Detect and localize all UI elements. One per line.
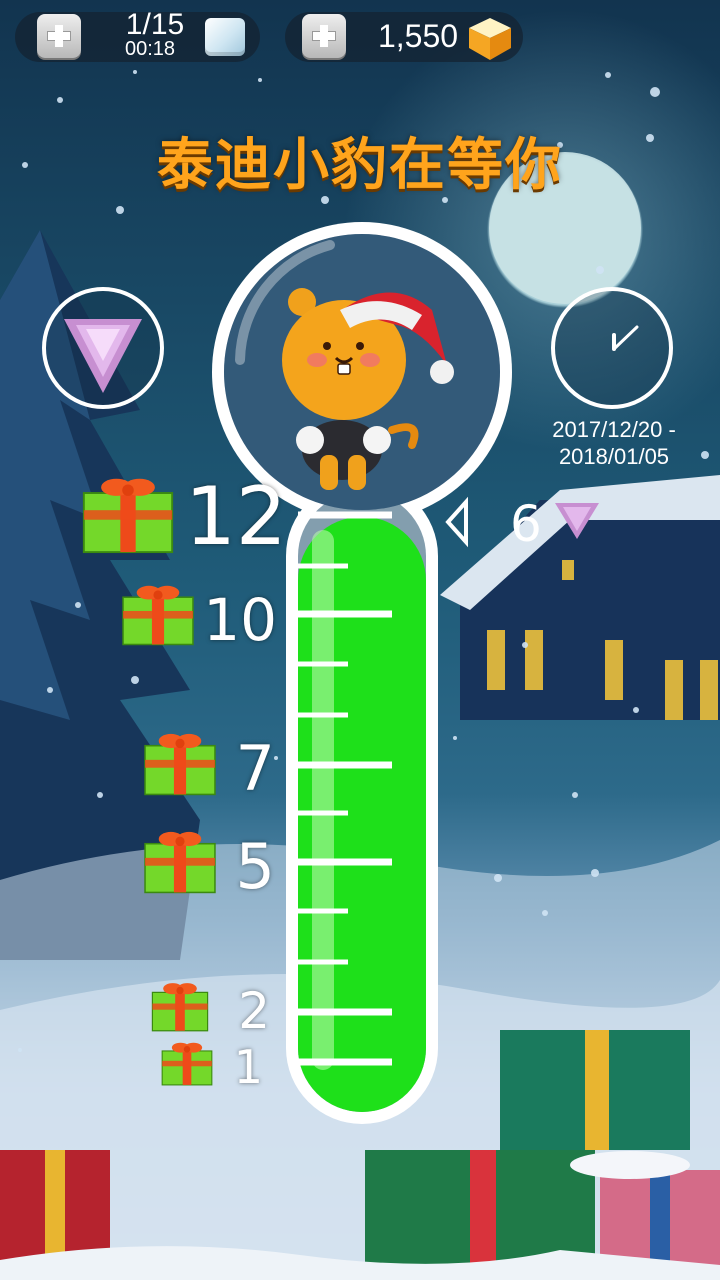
gift-box-icon[interactable] — [120, 582, 196, 646]
milestone-label-2: 2 — [238, 982, 270, 1040]
gift-box-icon[interactable] — [142, 828, 218, 894]
current-level-number: 6 — [510, 495, 542, 553]
gift-box-icon[interactable] — [150, 980, 210, 1032]
milestone-label-7: 7 — [235, 732, 275, 805]
milestone-label-12: 12 — [185, 470, 287, 563]
gift-box-icon[interactable] — [160, 1040, 214, 1086]
milestone-label-10: 10 — [203, 586, 277, 654]
current-level-pointer — [445, 496, 468, 548]
teddy-leopard-mascot — [282, 288, 454, 490]
gift-box-icon[interactable] — [80, 474, 176, 554]
milestone-label-5: 5 — [235, 830, 275, 903]
gift-box-icon[interactable] — [142, 730, 218, 796]
small-gem-icon — [555, 503, 599, 539]
progress-thermometer — [212, 222, 512, 1124]
milestone-label-1: 1 — [233, 1040, 263, 1094]
